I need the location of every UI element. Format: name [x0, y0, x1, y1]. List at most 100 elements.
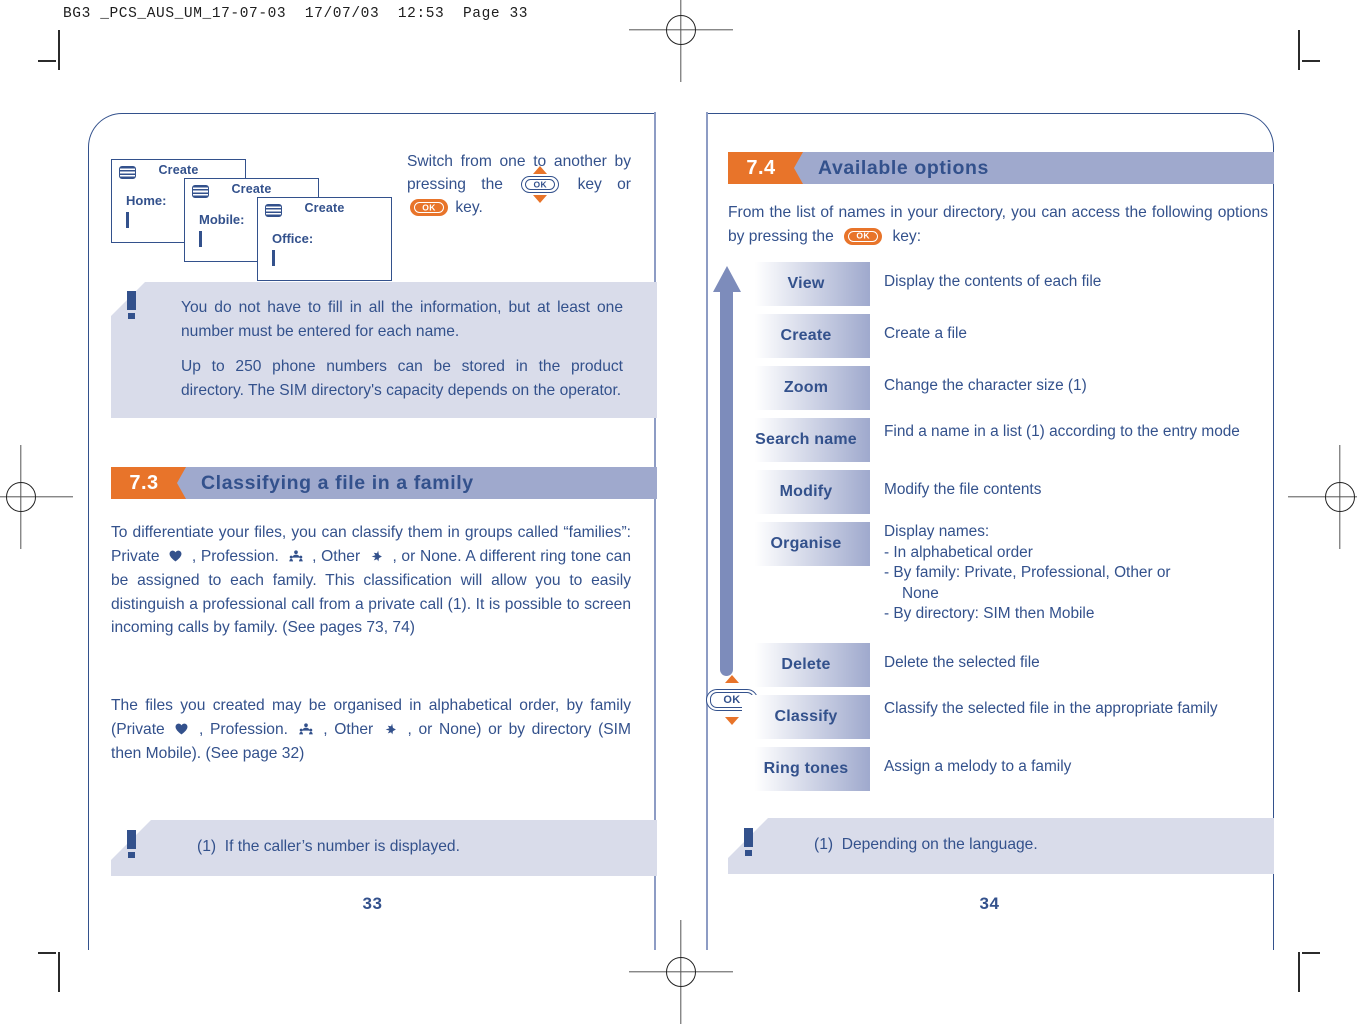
organise-line-2: - In alphabetical order — [884, 543, 1033, 561]
switch-instruction-text: Switch from one to another by pressing t… — [407, 150, 631, 219]
footnote-text: (1) Depending on the language. — [814, 834, 1254, 856]
down-arrow-icon[interactable] — [725, 717, 739, 725]
option-label[interactable]: Zoom — [742, 366, 870, 410]
option-description: Display names: - In alphabetical order -… — [870, 522, 1272, 625]
section-title: Available options — [818, 156, 989, 179]
exclamation-icon — [127, 830, 136, 858]
option-description: Display the contents of each file — [884, 273, 1102, 290]
option-description: Create a file — [884, 325, 967, 342]
crop-mark — [58, 30, 60, 70]
organise-line-1: Display names: — [884, 523, 990, 540]
organise-line-4: None — [902, 584, 939, 602]
text-caret — [126, 212, 129, 228]
option-description: Assign a melody to a family — [884, 757, 1072, 775]
footnote-text: (1) If the caller’s number is displayed. — [197, 836, 637, 858]
profession-family-people-icon — [298, 719, 313, 743]
footnote-body: If the caller’s number is displayed. — [224, 838, 460, 855]
intro-paragraph: From the list of names in your directory… — [728, 201, 1268, 248]
option-row-ring-tones[interactable]: Ring tones Assign a melody to a family — [742, 746, 1272, 791]
option-row-classify[interactable]: Classify Classify the selected file in t… — [742, 694, 1272, 739]
crop-mark — [58, 952, 60, 992]
option-row-modify[interactable]: Modify Modify the file contents — [742, 470, 1272, 514]
section-number-badge: 7.4 — [728, 152, 803, 184]
option-label[interactable]: Ring tones — [742, 746, 870, 791]
registration-mark-right — [1288, 445, 1357, 549]
down-arrow-icon — [533, 195, 548, 204]
option-label[interactable]: Search name — [742, 418, 870, 462]
note-box: You do not have to fill in all the infor… — [111, 282, 657, 418]
footnote-box-left: (1) If the caller’s number is displayed. — [111, 820, 657, 876]
screen-field-label: Home: — [126, 193, 167, 208]
crop-mark — [1302, 952, 1320, 954]
scroll-up-arrow-icon — [706, 266, 746, 676]
body-paragraph-1: To differentiate your files, you can cla… — [111, 521, 631, 640]
section-header-7-3: 7.3 Classifying a file in a family — [111, 467, 657, 499]
other-family-icon — [370, 546, 383, 570]
page-number-left: 33 — [362, 894, 383, 913]
option-description: Find a name in a list (1) according to t… — [884, 423, 1240, 440]
other-family-icon — [384, 719, 397, 743]
ok-key-oval: OK — [521, 176, 560, 194]
phone-screen-office: Create Office: — [257, 197, 392, 281]
crop-mark — [1298, 952, 1300, 992]
ok-key-oval: OK — [844, 227, 883, 245]
screen-title: Create — [158, 163, 199, 177]
option-label[interactable]: Delete — [742, 642, 870, 687]
exclamation-icon — [744, 828, 753, 856]
phone-screens-group: Create Home: Create Mobile: Create Offic… — [111, 150, 411, 281]
crop-mark — [38, 952, 56, 954]
para2-text-b: , Profession. — [199, 720, 288, 738]
ok-key-icon-filled: OK — [410, 199, 448, 217]
option-row-zoom[interactable]: Zoom Change the character size (1) — [742, 366, 1272, 410]
section-number-badge: 7.3 — [111, 467, 186, 499]
option-label[interactable]: Organise — [742, 522, 870, 566]
arrow-shaft — [720, 288, 733, 676]
option-description: Delete the selected file — [884, 653, 1040, 671]
option-label[interactable]: Modify — [742, 470, 870, 514]
text-caret — [199, 231, 202, 247]
footnote-marker: (1) — [197, 838, 217, 855]
option-row-view[interactable]: View Display the contents of each file — [742, 262, 1272, 306]
note-paragraph-1: You do not have to fill in all the infor… — [181, 299, 623, 340]
screen-field-label: Office: — [272, 231, 314, 246]
option-label[interactable]: Create — [742, 314, 870, 358]
screen-field-label: Mobile: — [199, 212, 245, 227]
option-description: Classify the selected file in the approp… — [884, 699, 1218, 717]
ok-key-icon-filled: OK — [844, 227, 883, 245]
ok-key-label: OK — [533, 179, 548, 190]
crop-mark — [38, 60, 56, 62]
footnote-marker: (1) — [814, 836, 834, 853]
option-row-organise[interactable]: Organise Display names: - In alphabetica… — [742, 522, 1272, 625]
switch-text-part3: key. — [455, 199, 483, 216]
ok-nav-key-icon: OK — [521, 166, 560, 204]
option-description: Modify the file contents — [884, 481, 1042, 498]
option-description: Change the character size (1) — [884, 377, 1087, 394]
option-row-create[interactable]: Create Create a file — [742, 314, 1272, 358]
crop-mark — [1298, 30, 1300, 70]
footnote-box-right: (1) Depending on the language. — [728, 818, 1274, 874]
options-list: View Display the contents of each file C… — [742, 262, 1272, 799]
option-row-delete[interactable]: Delete Delete the selected file — [742, 642, 1272, 687]
option-row-search-name[interactable]: Search name Find a name in a list (1) ac… — [742, 418, 1272, 462]
section-header-bar — [728, 152, 1274, 184]
option-label[interactable]: Classify — [742, 694, 870, 739]
para1-text-b: , Profession. — [191, 547, 279, 565]
text-caret — [272, 250, 275, 266]
right-page: 7.4 Available options From the list of n… — [706, 112, 1274, 950]
private-family-heart-icon — [169, 546, 182, 570]
body-paragraph-2: The files you created may be organised i… — [111, 694, 631, 766]
ok-key-label: OK — [422, 202, 436, 213]
screen-title: Create — [231, 182, 272, 196]
section-header-7-4: 7.4 Available options — [728, 152, 1274, 184]
switch-text-part2: key or — [577, 176, 631, 193]
up-arrow-icon[interactable] — [725, 675, 739, 683]
option-label[interactable]: View — [742, 262, 870, 306]
intro-text-part2: key: — [892, 227, 922, 245]
organise-line-3: - By family: Private, Professional, Othe… — [884, 564, 1171, 581]
ok-key-label: OK — [856, 230, 870, 241]
print-header-text: BG3 _PCS_AUS_UM_17-07-03 17/07/03 12:53 … — [63, 6, 529, 22]
crop-mark — [1302, 60, 1320, 62]
screen-title: Create — [304, 201, 345, 215]
section-title: Classifying a file in a family — [201, 471, 474, 494]
page-number-right: 34 — [979, 894, 1000, 913]
